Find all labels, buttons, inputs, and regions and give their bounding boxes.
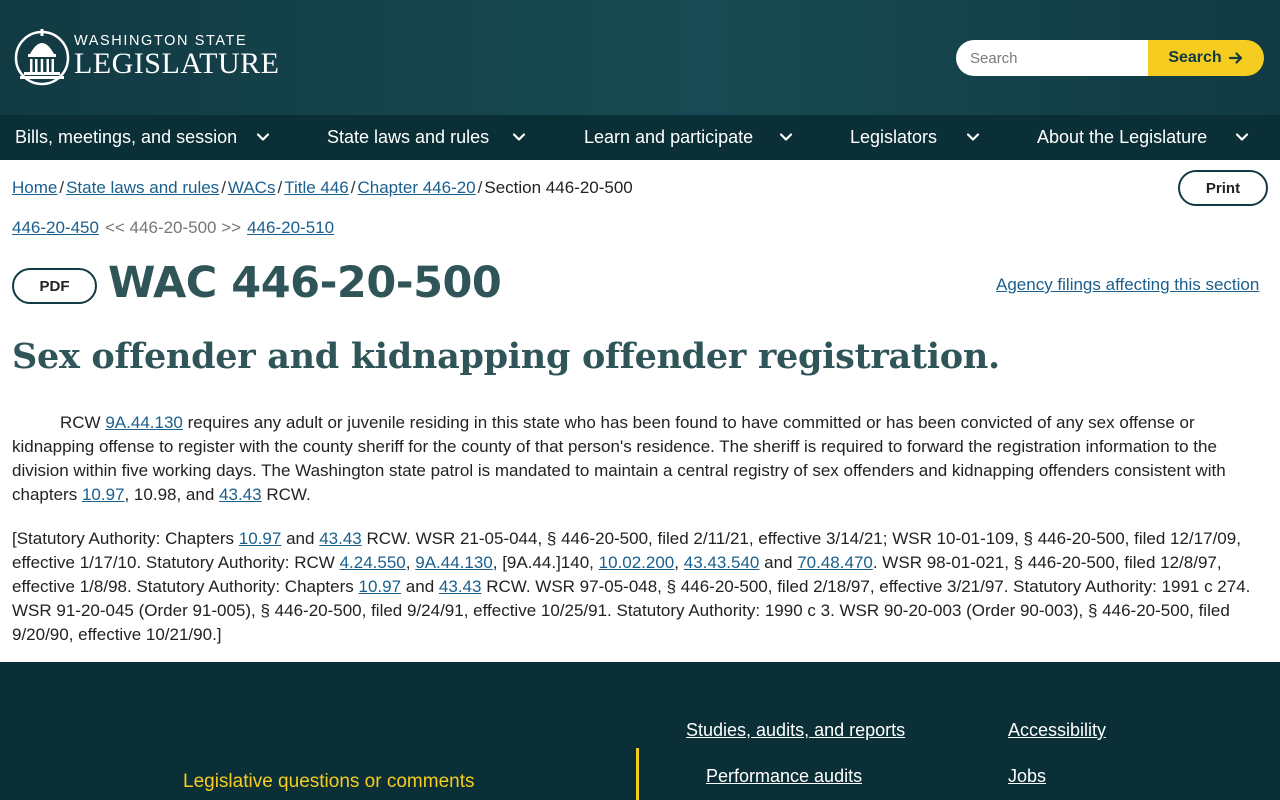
footer-questions-heading: Legislative questions or comments: [183, 771, 475, 792]
history-text: and: [764, 553, 793, 572]
breadcrumb: Home / State laws and rules / WACs / Title 446…: [12, 178, 633, 198]
rcw-chapter-link[interactable]: 43.43: [219, 485, 262, 504]
capitol-dome-icon: [14, 29, 70, 86]
rcw-chapter-link[interactable]: 43.43: [439, 577, 482, 596]
chevron-down-icon: [256, 133, 270, 141]
arrow-right-icon: [1228, 52, 1242, 64]
chevron-down-icon: [779, 133, 793, 141]
main-nav: Bills, meetings, and session State laws …: [0, 115, 1280, 160]
nav-label: Bills, meetings, and session: [15, 127, 238, 147]
breadcrumb-wacs[interactable]: WACs: [228, 178, 276, 197]
breadcrumb-title[interactable]: Title 446: [284, 178, 349, 197]
site-footer: Legislative questions or comments Studie…: [0, 662, 1280, 800]
chevron-down-icon: [966, 133, 980, 141]
breadcrumb-home[interactable]: Home: [12, 178, 57, 197]
chevron-down-icon: [1235, 133, 1249, 141]
site-logo[interactable]: WASHINGTON STATE LEGISLATURE: [14, 26, 279, 86]
rcw-link[interactable]: 70.48.470: [797, 553, 873, 572]
breadcrumb-state-laws[interactable]: State laws and rules: [66, 178, 219, 197]
breadcrumb-separator: /: [350, 178, 356, 197]
rcw-link[interactable]: 10.02.200: [599, 553, 675, 572]
rcw-link[interactable]: 9A.44.130: [415, 553, 493, 572]
footer-jobs-link[interactable]: Jobs: [1008, 766, 1046, 787]
chevron-down-icon: [512, 133, 526, 141]
section-body: RCW 9A.44.130 requires any adult or juve…: [12, 411, 1268, 507]
history-text: and: [286, 529, 315, 548]
history-text: [Statutory Authority: Chapters: [12, 529, 235, 548]
search-button-label: Search: [1168, 49, 1222, 66]
nav-label: About the Legislature: [1037, 127, 1208, 147]
nav-about-legislature[interactable]: About the Legislature: [1037, 115, 1259, 160]
breadcrumb-current: Section 446-20-500: [484, 178, 633, 197]
search-bar: Search: [956, 40, 1264, 76]
breadcrumb-chapter[interactable]: Chapter 446-20: [358, 178, 476, 197]
nav-legislators[interactable]: Legislators: [850, 115, 990, 160]
nav-state-laws-rules[interactable]: State laws and rules: [327, 115, 537, 160]
breadcrumb-separator: /: [277, 178, 283, 197]
rcw-chapter-link[interactable]: 43.43: [319, 529, 362, 548]
print-button[interactable]: Print: [1178, 170, 1268, 206]
section-sequence-nav: 446-20-450 << 446-20-500 >> 446-20-510: [12, 218, 334, 238]
pdf-button[interactable]: PDF: [12, 268, 97, 304]
footer-performance-audits-link[interactable]: Performance audits: [706, 766, 862, 787]
site-header: WASHINGTON STATE LEGISLATURE Search: [0, 0, 1280, 115]
rcw-chapter-link[interactable]: 10.97: [239, 529, 282, 548]
search-input[interactable]: [956, 40, 1148, 76]
breadcrumb-separator: /: [59, 178, 65, 197]
nav-label: Legislators: [850, 127, 938, 147]
body-text: RCW: [60, 413, 101, 432]
rcw-chapter-link[interactable]: 10.97: [82, 485, 125, 504]
next-section-link[interactable]: 446-20-510: [247, 218, 334, 237]
history-text: , [9A.44.]140,: [492, 553, 594, 572]
search-button[interactable]: Search: [1148, 40, 1264, 76]
page-title: WAC 446-20-500: [108, 258, 502, 308]
rcw-chapter-link[interactable]: 10.97: [359, 577, 402, 596]
history-text: ,: [405, 553, 411, 572]
current-section-indicator: << 446-20-500 >>: [104, 218, 242, 237]
footer-divider: [636, 748, 639, 800]
footer-studies-audits-reports-link[interactable]: Studies, audits, and reports: [686, 720, 905, 741]
agency-filings-link[interactable]: Agency filings affecting this section: [996, 275, 1259, 295]
nav-label: Learn and participate: [584, 127, 754, 147]
history-text: ,: [674, 553, 679, 572]
section-caption: Sex offender and kidnapping offender reg…: [12, 336, 1000, 377]
prev-section-link[interactable]: 446-20-450: [12, 218, 99, 237]
rcw-link[interactable]: 4.24.550: [340, 553, 406, 572]
nav-learn-participate[interactable]: Learn and participate: [584, 115, 804, 160]
body-text: , 10.98, and: [124, 485, 215, 504]
rcw-link[interactable]: 9A.44.130: [105, 413, 183, 432]
nav-label: State laws and rules: [327, 127, 490, 147]
rcw-link[interactable]: 43.43.540: [684, 553, 760, 572]
logo-line-2: LEGISLATURE: [74, 47, 280, 80]
breadcrumb-separator: /: [221, 178, 226, 197]
nav-bills-meetings-session[interactable]: Bills, meetings, and session: [15, 115, 275, 160]
history-text: and: [405, 577, 435, 596]
footer-accessibility-link[interactable]: Accessibility: [1008, 720, 1106, 741]
body-text: RCW.: [266, 485, 311, 504]
history-note: [Statutory Authority: Chapters 10.97 and…: [12, 527, 1274, 647]
